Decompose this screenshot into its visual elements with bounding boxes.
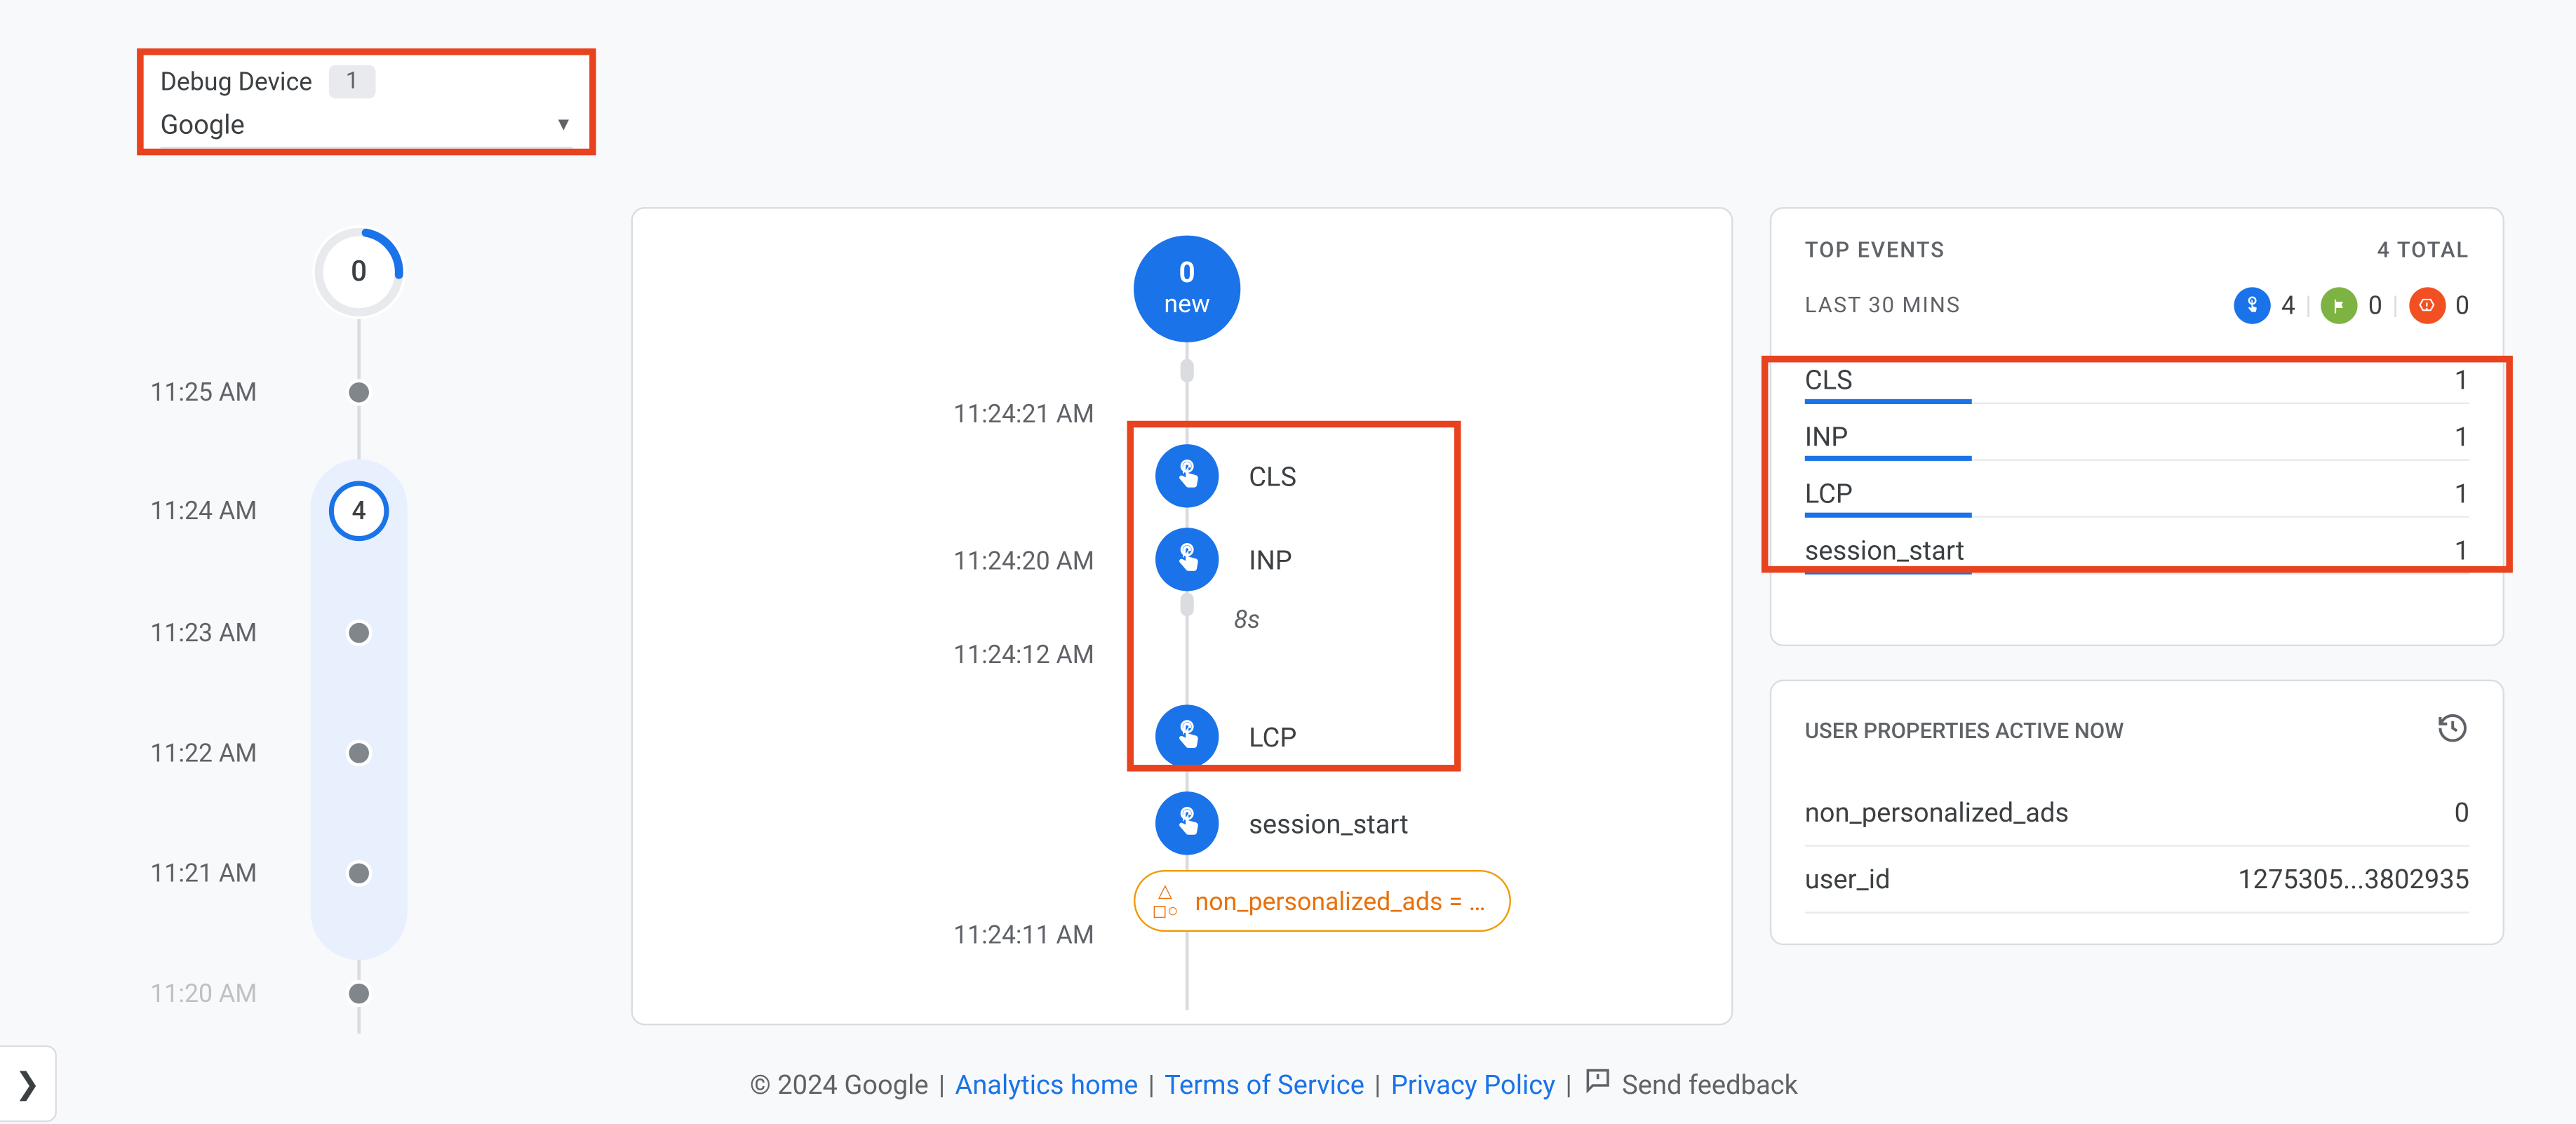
detail-timestamp: 11:24:12 AM xyxy=(953,640,1094,670)
event-row-lcp[interactable]: LCP xyxy=(1155,703,1296,770)
top-events-card: TOP EVENTS 4 TOTAL LAST 30 MINS 4 | 0 | xyxy=(1770,207,2504,646)
timeline-stop[interactable]: 11:23 AM xyxy=(150,599,568,666)
timeline-top-counter[interactable]: 0 xyxy=(312,225,405,319)
footer-link-tos[interactable]: Terms of Service xyxy=(1165,1069,1364,1100)
right-column: TOP EVENTS 4 TOTAL LAST 30 MINS 4 | 0 | xyxy=(1770,207,2504,979)
page-footer: © 2024 Google | Analytics home | Terms o… xyxy=(631,1065,1917,1104)
minute-timeline: 0 11:25 AM 11:24 AM 4 11:23 AM 11:22 AM … xyxy=(150,209,568,1027)
top-event-name: INP xyxy=(1805,421,1849,453)
timeline-stop[interactable]: 11:21 AM xyxy=(150,840,568,906)
feedback-icon xyxy=(1582,1065,1612,1104)
timeline-stop[interactable]: 11:25 AM xyxy=(150,359,568,426)
timeline-stop-time: 11:23 AM xyxy=(150,618,292,648)
axis-tick xyxy=(1181,593,1194,616)
event-row-inp[interactable]: INP xyxy=(1155,526,1292,593)
new-events-count: 0 xyxy=(1179,260,1195,288)
top-events-title: TOP EVENTS xyxy=(1805,239,1945,264)
timeline-dot xyxy=(346,379,373,406)
top-event-name: session_start xyxy=(1805,535,1964,566)
debug-device-selector[interactable]: Debug Device 1 Google ▼ xyxy=(137,48,596,155)
top-event-count: 1 xyxy=(2455,364,2469,396)
debug-device-dropdown[interactable]: Google ▼ xyxy=(160,98,572,148)
top-event-count: 1 xyxy=(2455,478,2469,509)
footer-link-privacy[interactable]: Privacy Policy xyxy=(1391,1069,1555,1100)
error-count: 0 xyxy=(2455,290,2469,321)
debug-device-header: Debug Device 1 xyxy=(160,65,572,99)
user-property-value: 1275305...3802935 xyxy=(2238,863,2469,895)
event-row-cls[interactable]: CLS xyxy=(1155,443,1296,509)
event-row-session-start[interactable]: session_start xyxy=(1155,790,1409,857)
top-event-row[interactable]: CLS 1 xyxy=(1805,347,2469,404)
touch-icon xyxy=(1155,704,1219,768)
debug-device-selected: Google xyxy=(160,109,244,140)
event-label: INP xyxy=(1249,544,1292,575)
touch-icon xyxy=(1155,444,1219,507)
user-property-row[interactable]: non_personalized_ads 0 xyxy=(1805,780,2469,846)
flag-count: 0 xyxy=(2368,290,2382,321)
timeline-stop[interactable]: 11:20 AM xyxy=(150,961,568,1027)
chevron-down-icon: ▼ xyxy=(554,114,572,135)
touch-icon xyxy=(1155,528,1219,591)
history-icon[interactable] xyxy=(2436,711,2469,753)
top-event-name: CLS xyxy=(1805,364,1853,396)
top-event-row[interactable]: LCP 1 xyxy=(1805,461,2469,518)
detail-timestamp: 11:24:11 AM xyxy=(953,920,1094,950)
new-events-bubble[interactable]: 0 new xyxy=(1134,236,1240,342)
top-event-count: 1 xyxy=(2455,535,2469,566)
timeline-stop-selected[interactable]: 11:24 AM 4 xyxy=(150,478,568,544)
timeline-dot xyxy=(346,980,373,1007)
top-event-count: 1 xyxy=(2455,421,2469,453)
event-label: CLS xyxy=(1249,460,1296,492)
new-events-label: new xyxy=(1164,288,1209,319)
top-events-stat-icons: 4 | 0 | 0 xyxy=(2234,287,2469,323)
timeline-dot-selected: 4 xyxy=(329,481,389,541)
event-label: LCP xyxy=(1249,721,1296,752)
timeline-dot-value: 4 xyxy=(352,496,366,526)
touch-icon xyxy=(2234,287,2271,323)
timeline-stop-time: 11:20 AM xyxy=(150,979,292,1009)
timeline-stop-time: 11:25 AM xyxy=(150,377,292,408)
timeline-dot xyxy=(346,740,373,766)
detail-timestamp: 11:24:21 AM xyxy=(953,399,1094,429)
user-property-name: user_id xyxy=(1805,863,1891,895)
user-properties-title: USER PROPERTIES ACTIVE NOW xyxy=(1805,720,2124,745)
footer-link-analytics-home[interactable]: Analytics home xyxy=(955,1069,1138,1100)
flag-icon xyxy=(2321,287,2358,323)
timeline-stop-time: 11:21 AM xyxy=(150,858,292,888)
user-properties-card: USER PROPERTIES ACTIVE NOW non_personali… xyxy=(1770,680,2504,945)
detail-timestamp: 11:24:20 AM xyxy=(953,546,1094,576)
top-event-name: LCP xyxy=(1805,478,1853,509)
event-detail-card: 0 new 11:24:21 AM CLS INP 11:24:20 AM 8s… xyxy=(631,207,1733,1025)
chevron-right-icon: ❯ xyxy=(15,1066,40,1102)
timeline-stop-time: 11:22 AM xyxy=(150,738,292,768)
user-property-name: non_personalized_ads xyxy=(1805,796,2069,828)
touch-icon xyxy=(1155,791,1219,855)
top-event-row[interactable]: INP 1 xyxy=(1805,404,2469,461)
timeline-dot xyxy=(346,620,373,646)
axis-tick xyxy=(1181,359,1194,382)
touch-count: 4 xyxy=(2281,290,2295,321)
top-event-row[interactable]: session_start 1 xyxy=(1805,518,2469,575)
time-gap-label: 8s xyxy=(1234,605,1260,635)
shapes-icon: △◻○ xyxy=(1152,882,1179,921)
timeline-dot xyxy=(346,860,373,887)
footer-copyright: © 2024 Google xyxy=(750,1069,929,1100)
timeline-stop-time: 11:24 AM xyxy=(150,496,292,526)
user-property-row[interactable]: user_id 1275305...3802935 xyxy=(1805,847,2469,914)
debug-device-label: Debug Device xyxy=(160,67,312,97)
user-property-value: 0 xyxy=(2455,796,2469,828)
top-events-subtitle: LAST 30 MINS xyxy=(1805,293,1961,319)
expand-sidebar-button[interactable]: ❯ xyxy=(0,1045,57,1122)
timeline-stop[interactable]: 11:22 AM xyxy=(150,720,568,787)
user-property-pill-label: non_personalized_ads = … xyxy=(1195,886,1486,916)
debug-device-count-badge: 1 xyxy=(329,65,375,99)
top-events-total: 4 TOTAL xyxy=(2377,239,2469,264)
footer-feedback-link[interactable]: Send feedback xyxy=(1622,1069,1798,1100)
error-icon xyxy=(2408,287,2445,323)
event-label: session_start xyxy=(1249,808,1408,839)
user-property-pill[interactable]: △◻○ non_personalized_ads = … xyxy=(1134,870,1510,932)
